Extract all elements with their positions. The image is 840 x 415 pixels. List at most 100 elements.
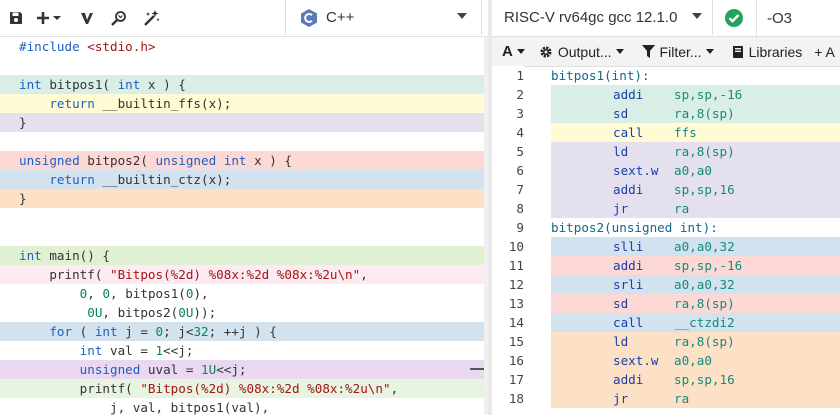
code-line[interactable]: 0, 0, bitpos1(0),: [0, 284, 484, 303]
assembly-line[interactable]: 5 ld ra,8(sp): [492, 142, 840, 161]
code-token: ,: [87, 286, 103, 301]
code-token: }: [19, 191, 27, 206]
assembly-text: call __ctzdi2: [551, 313, 840, 332]
code-line[interactable]: [0, 227, 484, 246]
asm-operands: ra,8(sp): [674, 334, 735, 349]
output-options-label: Output...: [557, 43, 612, 60]
assembly-line[interactable]: 12 srli a0,a0,32: [492, 275, 840, 294]
assembly-line[interactable]: 8 jr ra: [492, 199, 840, 218]
assembly-line[interactable]: 15 ld ra,8(sp): [492, 332, 840, 351]
code-token: <<j;: [163, 343, 194, 358]
assembly-line[interactable]: 4 call ffs: [492, 123, 840, 142]
vim-icon[interactable]: [76, 7, 98, 29]
assembly-line[interactable]: 2 addi sp,sp,-16: [492, 85, 840, 104]
magic-wand-icon[interactable]: [141, 7, 163, 29]
code-token: int: [79, 343, 103, 358]
code-token: ; j<: [163, 324, 194, 339]
compiler-select[interactable]: RISC-V rv64gc gcc 12.1.0: [492, 0, 713, 35]
code-line[interactable]: int bitpos1( int x ) {: [0, 75, 484, 94]
code-line[interactable]: int val = 1<<j;: [0, 341, 484, 360]
line-number: 6: [492, 161, 524, 180]
code-line[interactable]: j, val, bitpos1(val),: [0, 398, 484, 415]
code-line[interactable]: }: [0, 189, 484, 208]
code-token: ; ++j ) {: [208, 324, 277, 339]
code-line[interactable]: unsigned uval = 1U<<j;: [0, 360, 484, 379]
code-line[interactable]: }: [0, 113, 484, 132]
code-token: , bitpos2(: [102, 305, 179, 320]
assembly-text: srli a0,a0,32: [551, 275, 840, 294]
code-line[interactable]: printf( "Bitpos(%2d) %08x:%2d %08x:%2u\n…: [0, 265, 484, 284]
chevron-down-icon: [705, 49, 714, 54]
asm-operands: __ctzdi2: [674, 315, 735, 330]
code-editor[interactable]: #include <stdio.h> int bitpos1( int x ) {…: [0, 37, 484, 415]
font-size-button[interactable]: A: [502, 43, 525, 60]
add-pane-icon[interactable]: [36, 7, 66, 29]
code-line[interactable]: #include <stdio.h>: [0, 37, 484, 56]
assembly-line[interactable]: 7 addi sp,sp,16: [492, 180, 840, 199]
asm-operands: a0,a0,32: [674, 239, 735, 254]
code-line[interactable]: return __builtin_ffs(x);: [0, 94, 484, 113]
assembly-line[interactable]: 11 addi sp,sp,-16: [492, 256, 840, 275]
asm-operands: a0,a0: [674, 163, 712, 178]
line-number: 8: [492, 199, 524, 218]
code-line[interactable]: printf( "Bitpos(%2d) %08x:%2d %08x:%2u\n…: [0, 379, 484, 398]
compiler-pane: RISC-V rv64gc gcc 12.1.0 A Output... Fil…: [492, 0, 840, 415]
assembly-line[interactable]: 10 slli a0,a0,32: [492, 237, 840, 256]
asm-instruction: jr: [613, 391, 629, 406]
language-select[interactable]: C++: [285, 0, 482, 35]
code-line[interactable]: [0, 208, 484, 227]
asm-instruction: sd: [613, 296, 629, 311]
check-circle-icon[interactable]: [724, 8, 744, 28]
asm-instruction: addi: [613, 258, 644, 273]
code-token: ),: [193, 286, 209, 301]
code-line[interactable]: unsigned bitpos2( unsigned int x ) {: [0, 151, 484, 170]
code-token: ,: [360, 267, 368, 282]
assembly-line[interactable]: 6 sext.w a0,a0: [492, 161, 840, 180]
assembly-text: addi sp,sp,16: [551, 370, 840, 389]
asm-operands: ra: [674, 391, 690, 406]
assembly-line[interactable]: 13 sd ra,8(sp): [492, 294, 840, 313]
editor-toolbar: C++: [0, 0, 488, 37]
line-number: 15: [492, 332, 524, 351]
code-token: #include: [19, 39, 88, 54]
asm-operands: ra,8(sp): [674, 296, 735, 311]
output-options-button[interactable]: Output...: [539, 44, 624, 60]
code-line[interactable]: 0U, bitpos2(0U));: [0, 303, 484, 322]
filter-button[interactable]: Filter...: [641, 44, 714, 60]
gear-icon: [540, 46, 552, 57]
code-token: int: [94, 324, 118, 339]
assembly-line[interactable]: 1 bitpos1(int):: [492, 66, 840, 85]
compiler-options-input[interactable]: [756, 0, 840, 37]
assembly-text: jr ra: [551, 389, 840, 408]
search-icon[interactable]: [108, 7, 130, 29]
assembly-output[interactable]: 1 bitpos1(int): 2 addi sp,sp,-16 3 sd ra,8(sp) 4…: [492, 66, 840, 415]
code-token: uval =: [140, 362, 202, 377]
code-token: 0U: [178, 305, 194, 320]
assembly-line[interactable]: 3 sd ra,8(sp): [492, 104, 840, 123]
add-tool-button[interactable]: + A: [814, 44, 835, 60]
assembly-line[interactable]: 14 call __ctzdi2: [492, 313, 840, 332]
assembly-line[interactable]: 9 bitpos2(unsigned int):: [492, 218, 840, 237]
assembly-line[interactable]: 17 addi sp,sp,16: [492, 370, 840, 389]
code-token: 0U: [87, 305, 103, 320]
asm-operands: sp,sp,16: [674, 182, 735, 197]
compiler-name: RISC-V rv64gc gcc 12.1.0: [504, 9, 678, 26]
assembly-text: sd ra,8(sp): [551, 294, 840, 313]
libraries-button[interactable]: Libraries: [732, 44, 802, 60]
code-line[interactable]: [0, 56, 484, 75]
save-icon[interactable]: [5, 7, 27, 29]
code-line[interactable]: return __builtin_ctz(x);: [0, 170, 484, 189]
line-number: 12: [492, 275, 524, 294]
asm-instruction: sext.w: [613, 353, 659, 368]
line-number: 7: [492, 180, 524, 199]
chevron-down-icon: [516, 49, 525, 54]
asm-instruction: addi: [613, 372, 644, 387]
code-line[interactable]: [0, 132, 484, 151]
assembly-line[interactable]: 18 jr ra: [492, 389, 840, 408]
code-line[interactable]: for ( int j = 0; j<32; ++j ) {: [0, 322, 484, 341]
assembly-line[interactable]: 16 sext.w a0,a0: [492, 351, 840, 370]
code-token: "Bitpos(%2d) %08x:%2d %08x:%2u\n": [110, 267, 361, 282]
code-line[interactable]: int main() {: [0, 246, 484, 265]
code-token: int: [19, 248, 42, 263]
